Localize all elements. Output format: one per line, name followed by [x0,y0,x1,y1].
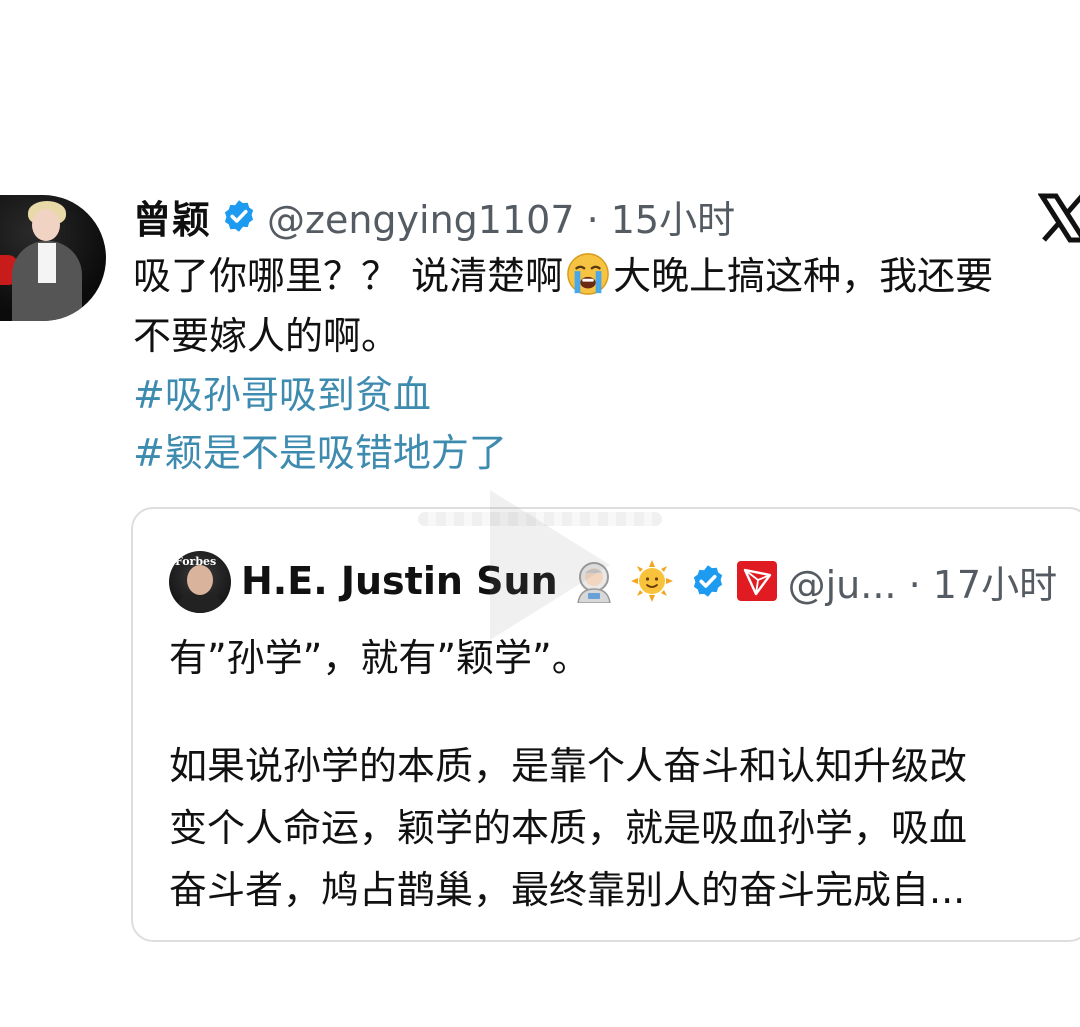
play-icon [490,490,610,640]
avatar-figure-head [32,209,60,241]
quoted-tweet-line: 变个人命运，颖学的本质，就是吸血孙学，吸血 [169,806,968,850]
quoted-author-handle-timestamp[interactable]: @ju... · 17小时 [788,554,1057,609]
tweet-header: 曾颖 @zengying1107 · 15小时 [133,190,735,242]
tron-logo-icon [736,561,777,601]
quoted-tweet-header: H.E. Justin Sun @ju... · 17小时 [241,553,1057,609]
screenshot-canvas: 曾颖 @zengying1107 · 15小时 吸了你哪里？？ 说清楚啊 大晚上… [0,0,1080,1027]
quoted-author-avatar[interactable]: Forbes [169,551,231,613]
quoted-tweet-body: 有”孙学”，就有”颖学”。 如果说孙学的本质，是靠个人奋斗和认知升级改 变个人命… [169,627,1069,921]
author-display-name[interactable]: 曾颖 [133,189,211,244]
tweet-text-segment: 吸了你哪里？？ 说清楚啊 [133,254,564,298]
sun-face-emoji-icon [630,560,673,602]
quoted-tweet-line: 如果说孙学的本质，是靠个人奋斗和认知升级改 [169,744,968,788]
quoted-tweet-line: 奋斗者，鸠占鹊巢，最终靠别人的奋斗完成自... [169,868,966,912]
tweet-body-line: 不要嫁人的啊。 [133,314,400,358]
verified-badge-icon [224,200,254,232]
hashtag-link[interactable]: #吸孙哥吸到贫血 [133,367,431,423]
tweet-text-segment: 大晚上搞这种，我还要 [613,254,994,298]
verified-badge-icon [693,565,722,597]
tweet-body: 吸了你哪里？？ 说清楚啊 大晚上搞这种，我还要 不要嫁人的啊。 [133,246,1078,366]
loudly-crying-face-icon [567,253,609,295]
avatar-figure-shirt [38,243,56,283]
avatar-magazine-text: Forbes [175,555,217,568]
avatar-figure-head [187,565,213,595]
x-logo-icon[interactable] [1038,192,1080,244]
hashtag-link[interactable]: #颖是不是吸错地方了 [133,425,507,481]
author-avatar[interactable] [0,195,106,321]
author-handle-timestamp[interactable]: @zengying1107 · 15小时 [267,189,735,244]
tweet-body-line: 吸了你哪里？？ 说清楚啊 大晚上搞这种，我还要 [133,246,1078,306]
